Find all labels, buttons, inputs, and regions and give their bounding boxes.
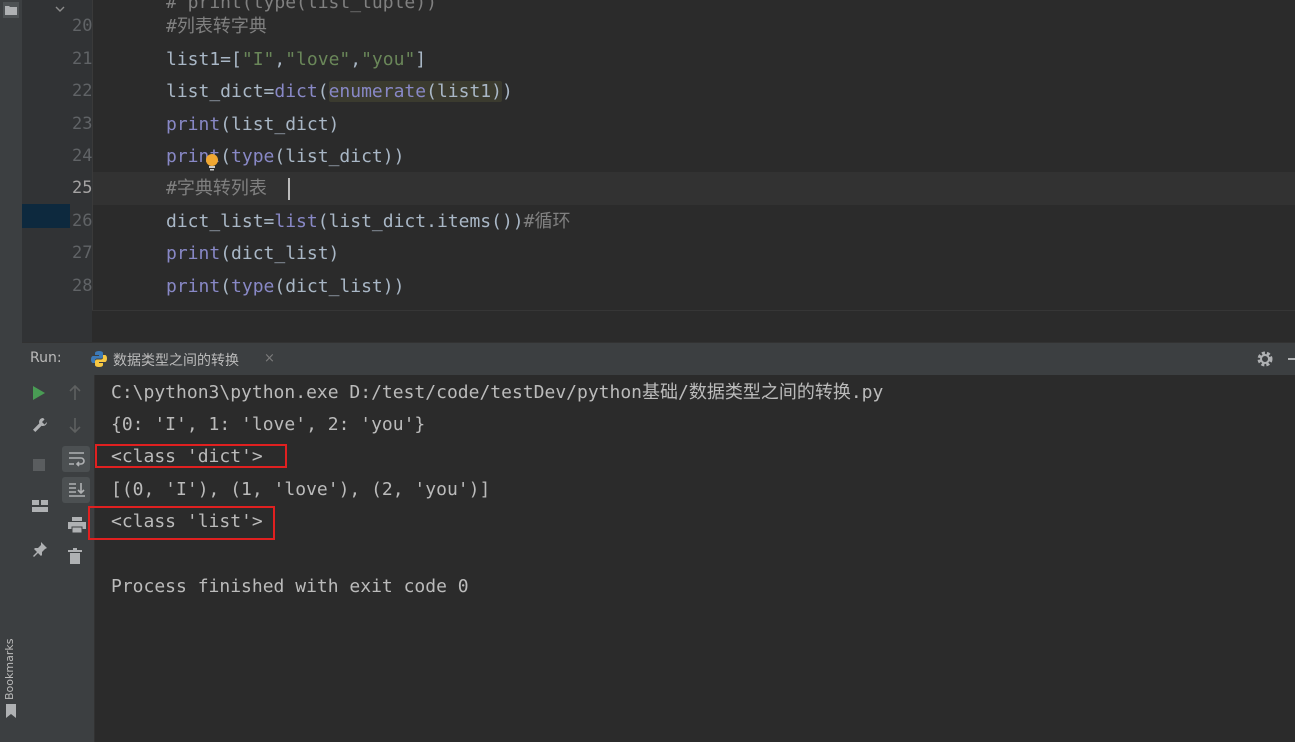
editor-empty-area — [92, 310, 1295, 343]
code-editor[interactable]: # print(type(list_tuple)) 20 21 22 23 24… — [22, 0, 1295, 343]
run-console-output[interactable]: C:\python3\python.exe D:/test/code/testD… — [88, 375, 1295, 742]
gear-icon[interactable] — [1255, 349, 1275, 369]
pin-icon — [33, 542, 47, 557]
python-icon — [91, 351, 107, 367]
trash-icon — [68, 548, 82, 564]
project-folder-icon[interactable] — [3, 2, 19, 18]
run-toolbar-primary — [22, 375, 58, 742]
play-icon — [33, 386, 45, 400]
bookmarks-tab[interactable]: Bookmarks — [0, 620, 22, 725]
console-command-line: C:\python3\python.exe D:/test/code/testD… — [111, 382, 884, 403]
printer-icon — [68, 517, 86, 533]
code-line-28[interactable]: print(type(dict_list)) — [166, 270, 404, 303]
gutter-selection-marker — [22, 204, 70, 228]
line-number: 26 — [72, 211, 93, 231]
clear-all-button[interactable] — [62, 543, 90, 569]
soft-wrap-icon — [69, 452, 85, 467]
text-caret — [288, 178, 290, 200]
pin-tab-button[interactable] — [26, 536, 54, 562]
code-line-25[interactable]: #字典转列表 — [166, 172, 267, 205]
line-number: 21 — [72, 49, 93, 69]
code-line-24[interactable]: print(type(list_dict)) — [166, 140, 404, 173]
left-tool-strip: Bookmarks — [0, 0, 23, 742]
wrench-icon — [33, 418, 47, 432]
run-tab[interactable]: 数据类型之间的转换 × — [84, 343, 284, 378]
rerun-button[interactable] — [26, 380, 54, 406]
arrow-down-icon — [69, 418, 81, 433]
run-panel-header: Run: 数据类型之间的转换 × — [22, 342, 1295, 378]
code-line-26[interactable]: dict_list=list(list_dict.items())#循环 — [166, 205, 570, 238]
annotation-box-list — [88, 506, 275, 540]
scroll-to-end-icon — [69, 483, 85, 497]
console-output-line: [(0, 'I'), (1, 'love'), (2, 'you')] — [111, 479, 491, 500]
lightbulb-icon[interactable] — [205, 153, 219, 171]
code-line-20[interactable]: #列表转字典 — [166, 10, 267, 43]
layout-icon — [32, 500, 48, 512]
bookmark-icon — [6, 704, 16, 718]
scroll-to-end-button[interactable] — [62, 477, 90, 503]
annotation-box-dict — [95, 444, 287, 468]
line-number: 28 — [72, 276, 93, 296]
line-number: 22 — [72, 81, 93, 101]
run-toolbar-secondary — [58, 375, 95, 742]
minimize-icon[interactable] — [1288, 358, 1295, 360]
console-output-line: {0: 'I', 1: 'love', 2: 'you'} — [111, 414, 426, 435]
run-label: Run: — [30, 350, 62, 366]
line-number: 23 — [72, 114, 93, 134]
line-number: 24 — [72, 146, 93, 166]
soft-wrap-button[interactable] — [62, 446, 90, 472]
code-line-21[interactable]: list1=["I","love","you"] — [166, 43, 426, 76]
bookmarks-label: Bookmarks — [3, 638, 16, 700]
arrow-up-icon — [69, 385, 81, 400]
scroll-down-button[interactable] — [62, 412, 90, 438]
chevron-down-icon[interactable] — [55, 6, 65, 14]
stop-button[interactable] — [26, 453, 54, 479]
layout-button[interactable] — [26, 494, 54, 520]
code-line-27[interactable]: print(dict_list) — [166, 237, 339, 270]
line-number-gutter — [22, 0, 72, 342]
line-number-active: 25 — [72, 178, 93, 198]
console-exit-message: Process finished with exit code 0 — [111, 576, 469, 597]
print-button[interactable] — [62, 512, 90, 538]
line-number: 27 — [72, 243, 93, 263]
close-icon[interactable]: × — [264, 351, 275, 366]
code-line-22[interactable]: list_dict=dict(enumerate(list1)) — [166, 75, 513, 108]
stop-icon — [33, 459, 45, 471]
edit-configuration-button[interactable] — [26, 412, 54, 438]
run-tab-title: 数据类型之间的转换 — [113, 353, 239, 369]
scroll-up-button[interactable] — [62, 380, 90, 406]
line-number: 20 — [72, 16, 93, 36]
code-line-23[interactable]: print(list_dict) — [166, 108, 339, 141]
